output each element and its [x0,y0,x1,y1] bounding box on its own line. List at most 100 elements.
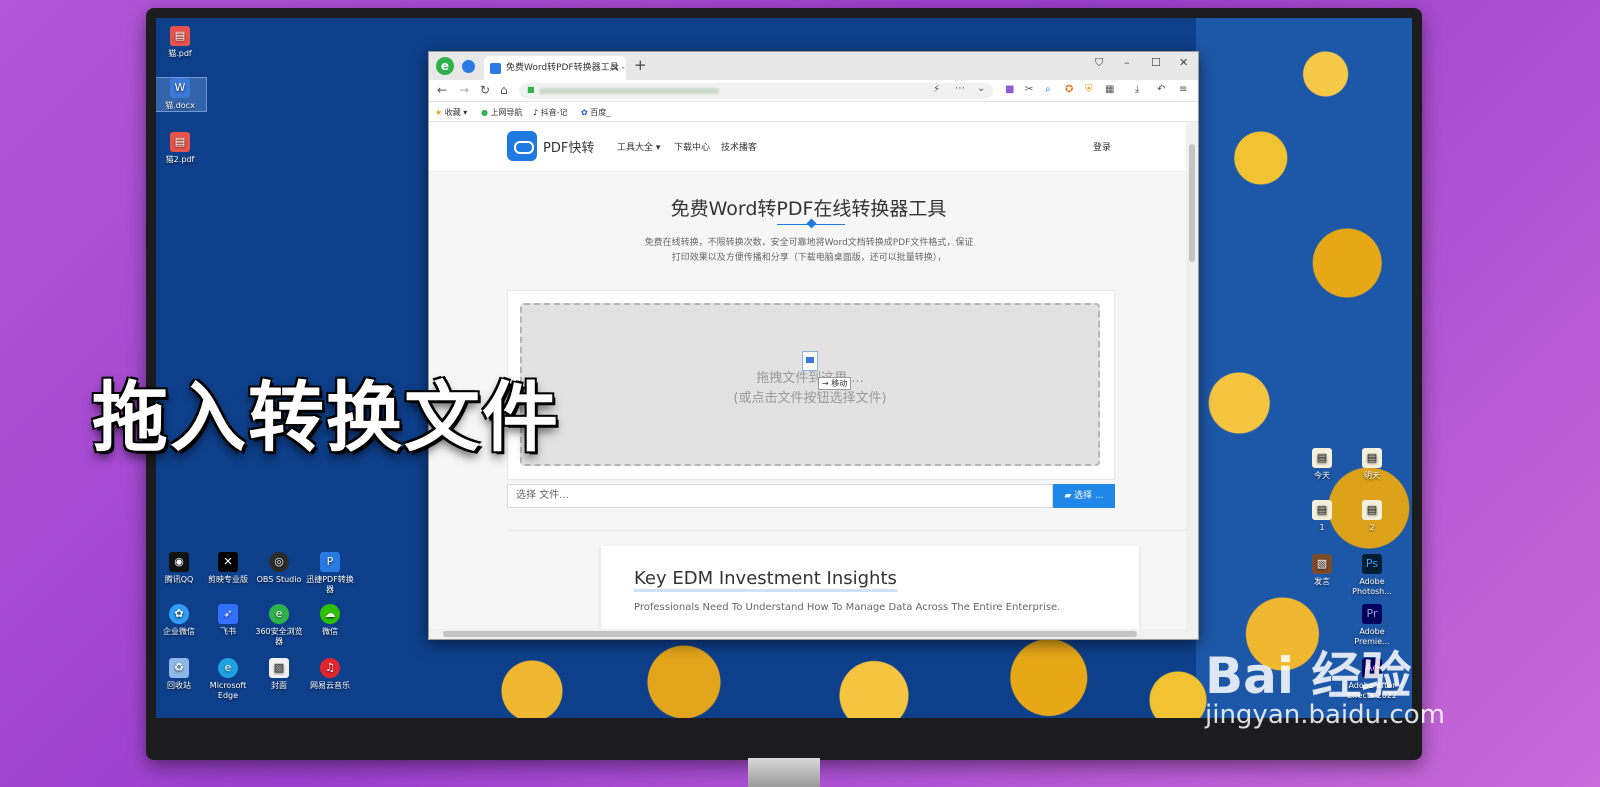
desktop-app-pdf-converter[interactable]: P 迅捷PDF转换器 [304,552,356,595]
text-file-icon: ▤ [1362,500,1382,520]
bookmark-label: 收藏 [444,108,461,117]
bookmark-douyin[interactable]: ♪ 抖音-记 [533,107,568,118]
url-input[interactable]: ■ ⚡ ⋯ ⌄ [519,83,993,99]
undo-icon[interactable]: ↶ [1157,84,1165,95]
forward-icon[interactable]: → [459,83,469,97]
back-icon[interactable]: ← [437,83,447,97]
bookmark-nav[interactable]: ● 上网导航 [481,107,523,118]
menu-icon[interactable]: ≡ [1179,84,1187,95]
nav-tools[interactable]: 工具大全 ▾ [617,140,660,153]
desktop-app-qq[interactable]: ◉ 腾讯QQ [156,552,205,585]
nav-blog[interactable]: 技术播客 [721,140,757,153]
bookmark-baidu[interactable]: ✿ 百度_ [581,107,610,118]
desktop-app-feishu[interactable]: ➶ 飞书 [202,604,254,637]
wecom-icon: ✿ [169,604,189,624]
desktop-file-tomorrow[interactable]: ▤ 明天 [1346,448,1398,481]
desktop-app-jianying[interactable]: ✕ 剪映专业版 [202,552,254,585]
desktop-file-pdf-2[interactable]: ▤ 猫2.pdf [156,132,206,165]
minimize-icon[interactable]: – [1124,56,1130,69]
site-favicon-icon [490,63,501,74]
desktop-app-360browser[interactable]: e 360安全浏览器 [253,604,305,647]
text-file-icon: ▤ [1362,448,1382,468]
pdf-file-icon: ▤ [170,26,190,46]
desktop-icon-label: 1 [1319,523,1325,532]
cloud-logo-icon[interactable] [507,131,537,161]
bookmark-favorites[interactable]: ★ 收藏 ▾ [435,107,467,118]
desktop-app-obs[interactable]: ◎ OBS Studio [253,552,305,585]
maximize-icon[interactable]: ☐ [1151,56,1161,69]
tab-bar: e 免费Word转PDF转换器工具 - × + ⛉ – ☐ ✕ [429,52,1198,80]
extension-icon[interactable]: ■ [1005,84,1014,95]
desktop-app-wecom[interactable]: ✿ 企业微信 [156,604,205,637]
game-icon[interactable]: ✪ [1065,84,1073,95]
new-tab-icon[interactable]: + [634,56,647,74]
desktop-file-docx[interactable]: W 猫.docx [156,77,207,112]
send-icon[interactable] [462,60,475,73]
tab-word-to-pdf[interactable]: 免费Word转PDF转换器工具 - × [484,56,626,80]
desktop-icon-label: 2 [1369,523,1375,532]
nav-download[interactable]: 下载中心 [674,140,710,153]
bookmarks-bar: ★ 收藏 ▾ ● 上网导航 ♪ 抖音-记 ✿ 百度_ [429,102,1198,122]
scroll-thumb[interactable] [1189,144,1195,262]
scissors-icon[interactable]: ✂ [1025,84,1033,95]
desktop-icon-label: OBS Studio [256,575,302,584]
360-browser-icon: e [269,604,289,624]
desktop-file-1[interactable]: ▤ 1 [1296,500,1348,533]
vertical-scrollbar[interactable] [1186,122,1198,631]
text-file-icon: ▤ [1312,500,1332,520]
desktop-icon-label: 发言 [1314,577,1330,586]
login-link[interactable]: 登录 [1093,140,1111,153]
folder-icon: ▰ [1064,491,1072,501]
watermark-main: Bai 经验 [1205,647,1412,705]
pdf-converter-icon: P [320,552,340,572]
desktop-file-today[interactable]: ▤ 今天 [1296,448,1348,481]
lightning-icon[interactable]: ⚡ [933,84,940,95]
feishu-icon: ➶ [218,604,238,624]
desktop-icon-label: 今天 [1314,471,1330,480]
wallpaper-flowers-bottom [456,628,1216,718]
horizontal-scrollbar[interactable] [429,629,1198,639]
desktop-file-2[interactable]: ▤ 2 [1346,500,1398,533]
desktop-app-recycle-bin[interactable]: ♻ 回收站 [156,658,205,691]
desktop-icon-label: 企业微信 [163,627,195,636]
desktop-file-speech[interactable]: ▧ 发言 [1296,554,1348,587]
file-dropzone[interactable]: 拖拽文件到这里 ... (或点击文件按钮选择文件) → 移动 [520,303,1100,466]
search-icon[interactable]: ⌕ [1045,84,1051,95]
section-divider [507,530,1187,531]
monitor-stand [748,758,820,787]
recycle-bin-icon: ♻ [169,658,189,678]
bookmark-label: 百度_ [590,108,611,117]
desktop-app-edge[interactable]: e Microsoft Edge [202,658,254,701]
upload-card: 拖拽文件到这里 ... (或点击文件按钮选择文件) → 移动 [507,290,1115,480]
home-icon[interactable]: ⌂ [500,83,508,97]
page-description: 免费在线转换，不限转换次数，安全可靠地将Word文档转换成PDF文件格式，保证 … [609,236,1009,266]
desktop-icon-label: 飞书 [220,627,236,636]
desktop-app-photoshop[interactable]: Ps Adobe Photosh... [1346,554,1398,597]
ad-card[interactable]: Key EDM Investment Insights Professional… [601,546,1139,631]
page-title: 免费Word转PDF在线转换器工具 [670,198,947,220]
file-path-input[interactable]: 选择 文件... [507,484,1053,508]
scroll-thumb[interactable] [443,631,1137,637]
wechat-icon: ☁ [320,604,340,624]
site-name[interactable]: PDF快转 [543,137,594,156]
tab-title: 免费Word转PDF转换器工具 - [506,63,625,73]
netease-music-icon: ♫ [320,658,340,678]
desktop-app-wechat[interactable]: ☁ 微信 [304,604,356,637]
window-close-icon[interactable]: ✕ [1179,56,1188,69]
apps-grid-icon[interactable]: ▦ [1105,84,1114,95]
shield-icon[interactable]: ⛨ [1085,84,1093,95]
pdf-file-icon: ▤ [170,132,190,152]
download-icon[interactable]: ⤓ [1135,84,1139,95]
shirt-skin-icon[interactable]: ⛉ [1095,56,1103,70]
desktop-file-cover[interactable]: ▧ 封面 [253,658,305,691]
tab-close-icon[interactable]: × [611,56,620,80]
more-icon[interactable]: ⋯ [955,83,965,94]
desktop-file-pdf[interactable]: ▤ 猫.pdf [156,26,206,59]
browser-logo-icon[interactable]: e [436,57,454,75]
desktop-icon-label: 迅捷PDF转换器 [306,575,354,594]
browser-window: e 免费Word转PDF转换器工具 - × + ⛉ – ☐ ✕ ← → ↻ ⌂ … [428,51,1199,640]
chevron-down-icon[interactable]: ⌄ [977,83,985,94]
choose-file-button[interactable]: ▰ 选择 ... [1053,484,1115,508]
reload-icon[interactable]: ↻ [480,83,490,97]
desktop-app-netease-music[interactable]: ♫ 网易云音乐 [304,658,356,691]
